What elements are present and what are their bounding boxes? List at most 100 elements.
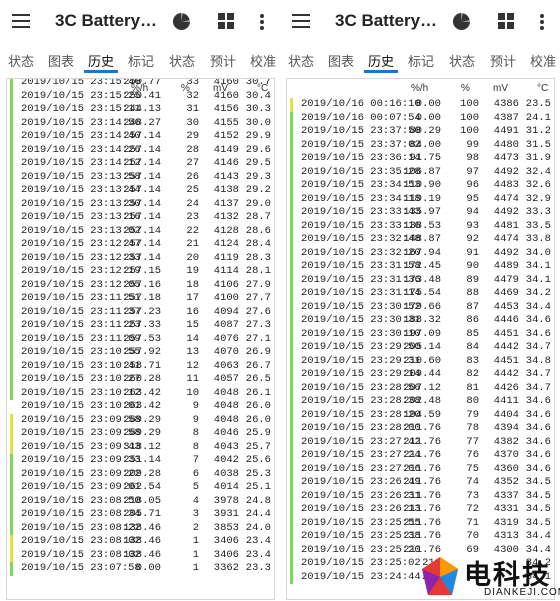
tab-chart[interactable]: 图表	[48, 51, 74, 70]
more-vert-icon[interactable]	[539, 13, 545, 31]
history-row[interactable]: 2019/10/15 23:08:50 218.05 4 3978 24.8	[7, 494, 274, 508]
history-row[interactable]: 2019/10/15 23:37:50 80.29 100 4491 31.2	[287, 125, 554, 139]
history-row[interactable]: 2019/10/15 23:15:25 250.41 32 4160 30.4	[7, 89, 274, 103]
tab-status-2[interactable]: 状态	[449, 51, 475, 70]
history-row[interactable]: 2019/10/15 23:08:02 138.46 1 3406 23.4	[7, 535, 274, 549]
row-percent: 71	[466, 516, 479, 529]
history-row[interactable]: 2019/10/15 23:09:33 251.14 7 4042 25.6	[7, 454, 274, 468]
history-row[interactable]: 2019/10/15 23:29:31 210.60 83 4451 34.8	[287, 354, 554, 368]
history-row[interactable]: 2019/10/15 23:15:40 250.77 33 4160 30.7	[7, 79, 274, 90]
history-row[interactable]: 2019/10/15 23:14:12 257.14 27 4146 29.5	[7, 157, 274, 171]
history-row[interactable]: 2019/10/15 23:09:58 269.29 9 4048 26.0	[7, 413, 274, 427]
pie-chart-icon[interactable]	[452, 12, 471, 31]
history-row[interactable]: 2019/10/15 23:12:19 257.15 19 4114 28.1	[7, 265, 274, 279]
history-row[interactable]: 2019/10/15 23:26:31 211.76 73 4337 34.5	[287, 489, 554, 503]
more-vert-icon[interactable]	[259, 13, 265, 31]
grid-view-icon[interactable]	[498, 13, 514, 29]
history-row[interactable]: 2019/10/15 23:14:56 248.27 30 4155 30.0	[7, 116, 274, 130]
grid-view-icon[interactable]	[218, 13, 234, 29]
history-row[interactable]: 2019/10/15 23:30:52 179.66 87 4453 34.4	[287, 300, 554, 314]
history-row[interactable]: 2019/10/15 23:11:23 257.33 15 4087 27.3	[7, 319, 274, 333]
history-row[interactable]: 2019/10/15 23:13:44 257.14 25 4138 29.2	[7, 184, 274, 198]
history-row[interactable]: 2019/10/15 23:09:58 269.29 8 4046 25.9	[7, 427, 274, 441]
history-list[interactable]: %/h % mV °C 2019/10/15 23:15:40 250.77 33 4…	[6, 78, 275, 600]
history-row[interactable]: 2019/10/15 23:09:22 209.28 6 4038 25.3	[7, 467, 274, 481]
history-row[interactable]: 2019/10/15 23:12:33 257.14 20 4119 28.3	[7, 251, 274, 265]
history-row[interactable]: 2019/10/15 23:10:12 263.42 10 4048 26.1	[7, 386, 274, 400]
history-row[interactable]: 2019/10/15 23:11:51 257.18 17 4100 27.7	[7, 292, 274, 306]
hamburger-menu-icon[interactable]	[12, 14, 30, 28]
history-row[interactable]: 2019/10/15 23:34:53 110.90 96 4483 32.6	[287, 179, 554, 193]
history-row[interactable]: 2019/10/15 23:09:01 262.54 5 4014 25.1	[7, 481, 274, 495]
row-percent: 89	[466, 273, 479, 286]
history-row[interactable]: 2019/10/15 23:27:06 211.76 75 4360 34.6	[287, 462, 554, 476]
history-row[interactable]: 2019/10/15 23:11:09 257.53 14 4076 27.1	[7, 332, 274, 346]
history-row[interactable]: 2019/10/15 23:08:22 138.46 2 3853 24.0	[7, 521, 274, 535]
history-list[interactable]: %/h % mV °C 2019/10/16 00:16:10 0.00 100 43…	[286, 78, 555, 600]
history-row[interactable]: 2019/10/15 23:12:47 257.14 21 4124 28.4	[7, 238, 274, 252]
tab-history[interactable]: 历史	[368, 51, 394, 70]
row-millivolts: 4489	[493, 260, 519, 272]
row-millivolts: 4411	[493, 395, 519, 407]
tab-status[interactable]: 状态	[288, 51, 314, 70]
tab-markers[interactable]: 标记	[128, 51, 154, 70]
history-row[interactable]: 2019/10/15 23:09:43 318.12 8 4043 25.7	[7, 440, 274, 454]
history-row[interactable]: 2019/10/15 23:25:55 211.76 71 4319 34.5	[287, 516, 554, 530]
row-percent: 86	[466, 314, 479, 326]
history-row[interactable]: 2019/10/15 23:27:42 211.76 77 4382 34.6	[287, 435, 554, 449]
history-row[interactable]: 2019/10/15 23:29:50 205.14 84 4442 34.7	[287, 341, 554, 355]
history-row[interactable]: 2019/10/15 23:07:58 0.00 1 3362 23.3	[7, 562, 274, 576]
tab-status[interactable]: 状态	[8, 51, 34, 70]
history-row[interactable]: 2019/10/15 23:30:31 188.32 86 4446 34.6	[287, 314, 554, 328]
history-row[interactable]: 2019/10/15 23:34:18 119.19 95 4474 32.9	[287, 192, 554, 206]
history-row[interactable]: 2019/10/16 00:16:10 0.00 100 4386 23.5	[287, 98, 554, 112]
history-row[interactable]: 2019/10/15 23:27:24 211.76 76 4370 34.6	[287, 449, 554, 463]
history-row[interactable]: 2019/10/15 23:12:05 257.16 18 4106 27.9	[7, 278, 274, 292]
pie-chart-icon[interactable]	[172, 12, 191, 31]
history-row[interactable]: 2019/10/15 23:35:28 106.87 97 4492 32.4	[287, 165, 554, 179]
history-row[interactable]: 2019/10/15 23:13:58 257.14 26 4143 29.3	[7, 170, 274, 184]
history-row[interactable]: 2019/10/15 23:29:14 209.44 82 4442 34.7	[287, 368, 554, 382]
tab-markers[interactable]: 标记	[408, 51, 434, 70]
history-row[interactable]: 2019/10/15 23:13:16 257.14 23 4132 28.7	[7, 211, 274, 225]
tab-estimate[interactable]: 预计	[210, 51, 236, 70]
tab-history[interactable]: 历史	[88, 51, 114, 70]
tab-chart[interactable]: 图表	[328, 51, 354, 70]
hamburger-menu-icon[interactable]	[292, 14, 310, 28]
history-row[interactable]: 2019/10/15 23:33:43 135.97 94 4492 33.3	[287, 206, 554, 220]
history-row[interactable]: 2019/10/15 23:26:13 211.76 72 4331 34.5	[287, 503, 554, 517]
tab-status-2[interactable]: 状态	[169, 51, 195, 70]
history-row[interactable]: 2019/10/15 23:25:38 211.76 70 4313 34.4	[287, 530, 554, 544]
history-row[interactable]: 2019/10/15 23:14:26 257.14 28 4149 29.6	[7, 143, 274, 157]
history-row[interactable]: 2019/10/15 23:32:20 167.94 91 4492 34.0	[287, 246, 554, 260]
history-row[interactable]: 2019/10/15 23:08:34 205.71 3 3931 24.4	[7, 508, 274, 522]
history-row[interactable]: 2019/10/15 23:15:11 244.13 31 4156 30.3	[7, 103, 274, 117]
history-row[interactable]: 2019/10/15 23:28:38 202.48 80 4411 34.6	[287, 395, 554, 409]
history-row[interactable]: 2019/10/15 23:33:16 138.53 93 4481 33.5	[287, 219, 554, 233]
history-row[interactable]: 2019/10/15 23:10:27 260.28 11 4057 26.5	[7, 373, 274, 387]
history-row[interactable]: 2019/10/15 23:11:37 257.23 16 4094 27.6	[7, 305, 274, 319]
history-row[interactable]: 2019/10/15 23:31:36 173.48 89 4479 34.1	[287, 273, 554, 287]
history-row[interactable]: 2019/10/16 00:07:54 0.00 100 4387 24.1	[287, 111, 554, 125]
history-row[interactable]: 2019/10/15 23:13:30 257.14 24 4137 29.0	[7, 197, 274, 211]
history-row[interactable]: 2019/10/15 23:32:48 148.87 92 4474 33.8	[287, 233, 554, 247]
history-row[interactable]: 2019/10/15 23:31:14 175.54 88 4469 34.2	[287, 287, 554, 301]
history-row[interactable]: 2019/10/15 23:13:02 257.14 22 4128 28.6	[7, 224, 274, 238]
history-row[interactable]: 2019/10/15 23:10:01 263.42 9 4048 26.0	[7, 400, 274, 414]
row-millivolts: 4481	[493, 219, 519, 232]
history-row[interactable]: 2019/10/15 23:10:41 258.71 12 4063 26.7	[7, 359, 274, 373]
history-row[interactable]: 2019/10/15 23:37:02 84.00 99 4480 31.5	[287, 138, 554, 152]
tab-calibrate[interactable]: 校准	[250, 51, 276, 70]
history-row[interactable]: 2019/10/15 23:28:00 211.76 78 4394 34.6	[287, 422, 554, 436]
history-row[interactable]: 2019/10/15 23:36:14 91.75 98 4473 31.9	[287, 152, 554, 166]
tab-calibrate[interactable]: 校准	[530, 51, 556, 70]
history-row[interactable]: 2019/10/15 23:28:20 194.59 79 4404 34.6	[287, 408, 554, 422]
history-row[interactable]: 2019/10/15 23:14:40 257.14 29 4152 29.9	[7, 130, 274, 144]
history-row[interactable]: 2019/10/15 23:10:55 257.92 13 4070 26.9	[7, 346, 274, 360]
history-row[interactable]: 2019/10/15 23:31:58 172.45 90 4489 34.1	[287, 260, 554, 274]
tab-estimate[interactable]: 预计	[490, 51, 516, 70]
history-row[interactable]: 2019/10/15 23:26:49 211.76 74 4352 34.5	[287, 476, 554, 490]
history-row[interactable]: 2019/10/15 23:08:02 138.46 1 3406 23.4	[7, 548, 274, 562]
history-row[interactable]: 2019/10/15 23:28:56 207.12 81 4426 34.7	[287, 381, 554, 395]
history-row[interactable]: 2019/10/15 23:30:10 197.09 85 4451 34.6	[287, 327, 554, 341]
